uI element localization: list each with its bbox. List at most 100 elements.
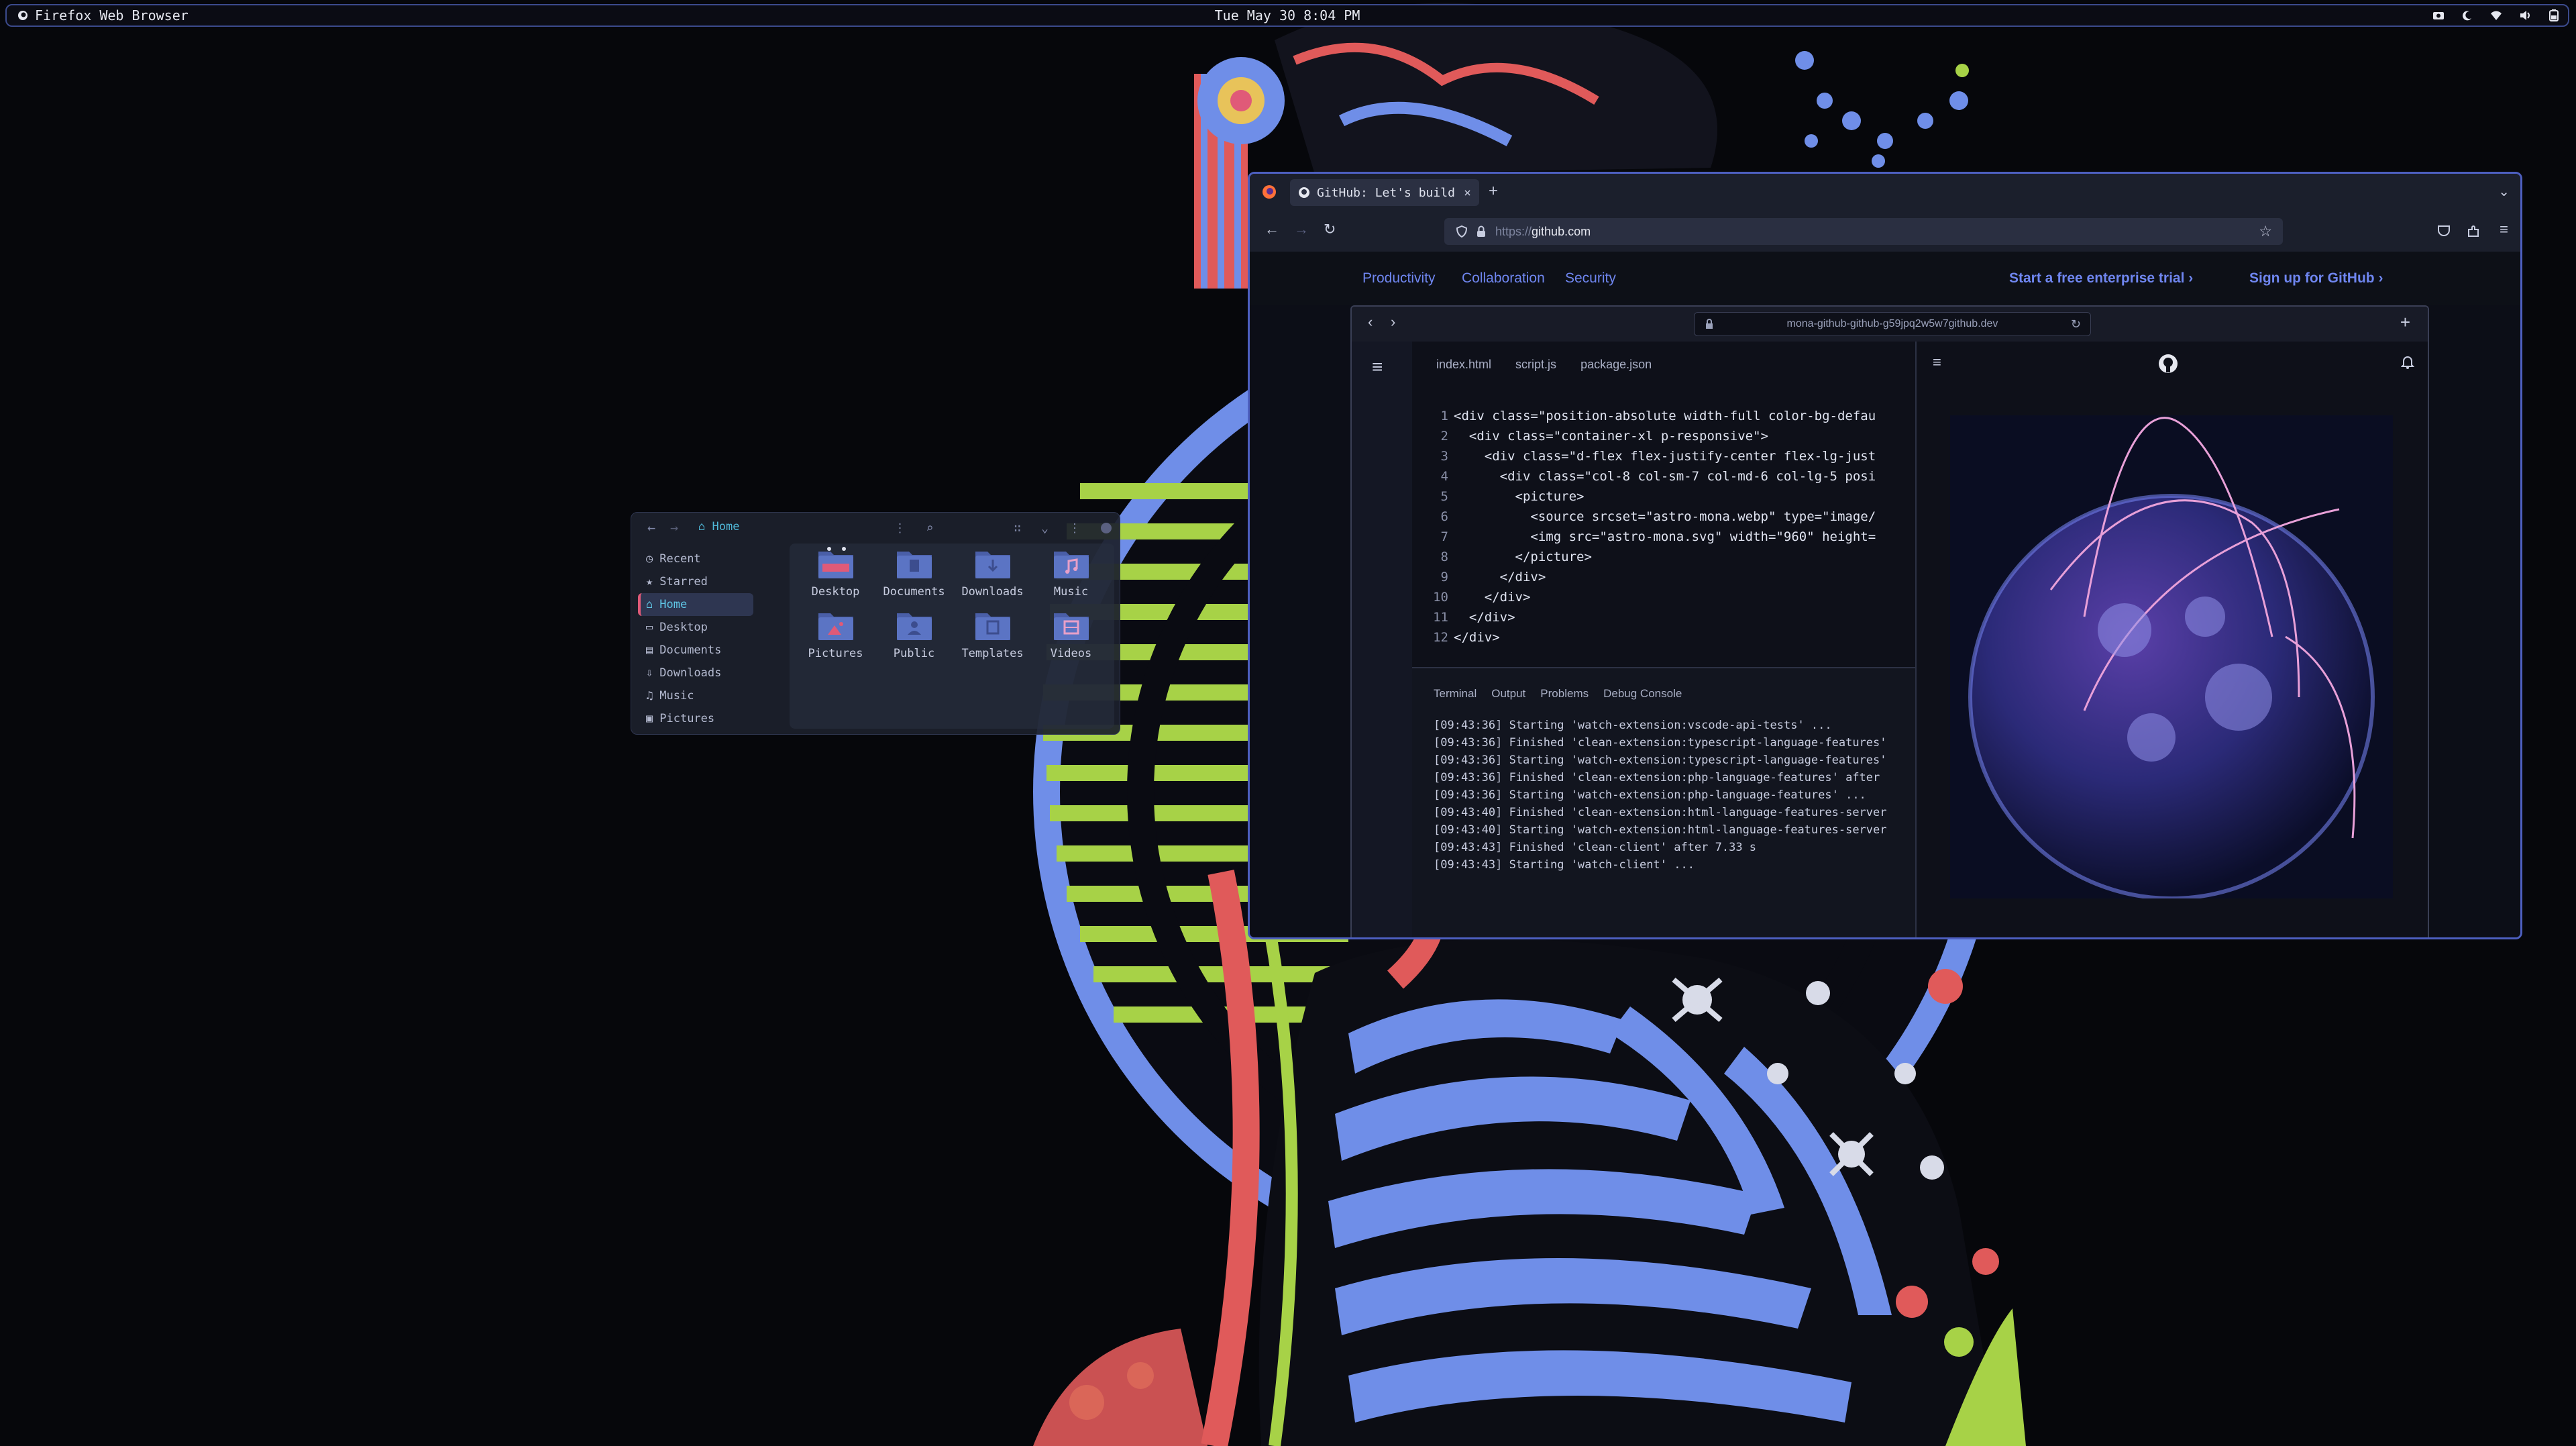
sidebar-item-documents[interactable]: ▤ Documents — [638, 639, 753, 662]
downloads-folder-icon — [975, 552, 1010, 578]
forward-icon[interactable]: → — [1294, 221, 1309, 238]
code-line: 7 <img src="astro-mona.svg" width="960" … — [1440, 529, 1876, 544]
code-line: 12 </div> — [1433, 630, 1500, 645]
top-panel: Firefox Web Browser Tue May 30 8:04 PM — [5, 4, 2569, 27]
bookmark-star-icon[interactable]: ☆ — [2259, 223, 2272, 240]
code-line: 11 </div> — [1433, 610, 1515, 625]
view-grid-icon[interactable]: ∷ — [1014, 521, 1021, 535]
battery-icon[interactable] — [2549, 9, 2559, 21]
pocket-icon[interactable] — [2437, 225, 2451, 237]
extensions-icon[interactable] — [2467, 225, 2480, 238]
code-line: 8 </picture> — [1440, 550, 1592, 564]
tab-github[interactable]: GitHub: Let's build × — [1290, 179, 1479, 206]
terminal-tab: Terminal — [1434, 687, 1477, 700]
terminal-line: [09:43:40] Finished 'clean-extension:htm… — [1434, 806, 1887, 819]
activity-rail: ≡ — [1352, 342, 1413, 937]
sidebar-item-downloads[interactable]: ⇩ Downloads — [638, 662, 753, 684]
breadcrumb[interactable]: ⌂ Home — [698, 520, 739, 533]
firefox-window: GitHub: Let's build × + ⌄ ← → ↻ https://… — [1248, 172, 2522, 939]
menu-icon[interactable]: ⋮ — [1069, 521, 1081, 535]
lock-icon — [1706, 319, 1713, 329]
code-text: <picture> — [1454, 489, 1585, 504]
sign-up-link[interactable]: Sign up for GitHub › — [2249, 270, 2383, 287]
navigation-bar: ← → ↻ https://github.com ☆ ≡ — [1250, 211, 2520, 252]
folder-templates[interactable]: Templates — [953, 608, 1032, 660]
url-bar[interactable]: https://github.com ☆ — [1444, 218, 2283, 245]
pictures-folder-icon — [818, 613, 853, 640]
url-host: github.com — [1532, 224, 1591, 238]
list-tabs-icon[interactable]: ⌄ — [2498, 183, 2510, 200]
hamburger-menu-icon: ≡ — [1933, 354, 1941, 370]
nav-link-collaboration[interactable]: Collaboration — [1462, 270, 1545, 287]
github-nav: Productivity Collaboration Security Star… — [1250, 252, 2520, 305]
forward-icon: › — [1391, 313, 1396, 330]
nav-link-security[interactable]: Security — [1565, 270, 1616, 287]
folder-videos[interactable]: Videos — [1032, 608, 1110, 660]
music-folder-icon — [1053, 552, 1089, 578]
code-text: </div> — [1454, 590, 1531, 605]
code-line: 6 <source srcset="astro-mona.webp" type=… — [1440, 509, 1876, 524]
folder-desktop[interactable]: Desktop — [796, 546, 875, 599]
new-tab-icon[interactable]: + — [1489, 182, 1498, 201]
home-icon: ⌂ — [698, 520, 712, 533]
close-tab-icon[interactable]: × — [1464, 186, 1471, 200]
volume-icon[interactable] — [2520, 10, 2532, 21]
hamburger-menu-icon[interactable]: ≡ — [2500, 221, 2508, 238]
picture-icon: ▣ — [646, 712, 653, 725]
sidebar-item-pictures[interactable]: ▣ Pictures — [638, 707, 753, 730]
chevron-down-icon[interactable]: ⌄ — [1041, 521, 1049, 535]
videos-folder-icon — [1053, 613, 1089, 640]
folder-music[interactable]: Music — [1032, 546, 1110, 599]
screenshot-icon[interactable] — [2432, 10, 2445, 21]
shield-icon[interactable] — [1456, 225, 1467, 238]
wifi-icon[interactable] — [2490, 10, 2502, 21]
file-manager-window: ← → ⌂ Home ⋮ ⌕ ∷ ⌄ ⋮ ◷ Recent ★ Starred ⌂ H… — [631, 512, 1120, 735]
folder-downloads[interactable]: Downloads — [953, 546, 1032, 599]
nav-link-productivity[interactable]: Productivity — [1362, 270, 1436, 287]
terminal-line: [09:43:36] Starting 'watch-extension:php… — [1434, 788, 1866, 802]
sidebar-item-music[interactable]: ♫ Music — [638, 684, 753, 707]
document-icon: ▤ — [646, 643, 653, 657]
moon-icon[interactable] — [2462, 10, 2473, 21]
terminal-line: [09:43:43] Starting 'watch-client' ... — [1434, 858, 1695, 872]
desktop-icon: ▭ — [646, 621, 653, 634]
firefox-icon[interactable] — [1262, 185, 1277, 199]
back-icon[interactable]: ← — [1265, 221, 1279, 238]
sidebar-item-home[interactable]: ⌂ Home — [638, 593, 753, 616]
sidebar-item-starred[interactable]: ★ Starred — [638, 570, 753, 593]
code-text: <div class="position-absolute width-full… — [1454, 409, 1876, 423]
code-text: </div> — [1454, 570, 1546, 584]
forward-icon[interactable]: → — [670, 519, 678, 535]
folder-public[interactable]: Public — [875, 608, 953, 660]
code-text: <div class="d-flex flex-justify-center f… — [1454, 449, 1876, 464]
terminal-output: [09:43:36] Starting 'watch-extension:vsc… — [1434, 717, 1887, 874]
file-tab-script-js: script.js — [1515, 358, 1557, 371]
folder-label: Documents — [883, 585, 945, 599]
code-editor: index.html script.js package.json 1 <div … — [1412, 342, 1915, 667]
folder-pictures[interactable]: Pictures — [796, 608, 875, 660]
sidebar-item-recent[interactable]: ◷ Recent — [638, 548, 753, 570]
sidebar-item-label: Downloads — [659, 666, 722, 680]
back-icon[interactable]: ← — [647, 519, 655, 535]
folder-documents[interactable]: Documents — [875, 546, 953, 599]
close-icon[interactable] — [1101, 523, 1112, 533]
search-icon[interactable]: ⌕ — [926, 521, 933, 535]
globe-illustration — [1950, 415, 2393, 898]
lock-icon[interactable] — [1477, 225, 1486, 238]
terminal-line: [09:43:36] Finished 'clean-extension:typ… — [1434, 736, 1887, 750]
sidebar-item-label: Documents — [659, 643, 722, 657]
terminal-line: [09:43:36] Starting 'watch-extension:vsc… — [1434, 719, 1832, 732]
desktop-folder-icon — [818, 547, 853, 578]
codespace-screenshot: ‹ › mona-github-github-g59jpq2w5w7github… — [1350, 305, 2429, 937]
sidebar-item-label: Music — [659, 689, 694, 703]
code-text: <img src="astro-mona.svg" width="960" he… — [1454, 529, 1876, 544]
enterprise-trial-link[interactable]: Start a free enterprise trial › — [2009, 270, 2193, 287]
active-app-indicator[interactable]: Firefox Web Browser — [17, 5, 189, 25]
system-tray[interactable] — [2432, 5, 2559, 25]
preview-pane: ≡ — [1915, 342, 2428, 937]
reload-icon[interactable]: ↻ — [1324, 221, 1336, 238]
folder-grid: Desktop Documents Downloads Music Pictur… — [796, 546, 1112, 660]
clock[interactable]: Tue May 30 8:04 PM — [1215, 7, 1360, 23]
sidebar-item-desktop[interactable]: ▭ Desktop — [638, 616, 753, 639]
more-path-icon[interactable]: ⋮ — [894, 521, 906, 535]
